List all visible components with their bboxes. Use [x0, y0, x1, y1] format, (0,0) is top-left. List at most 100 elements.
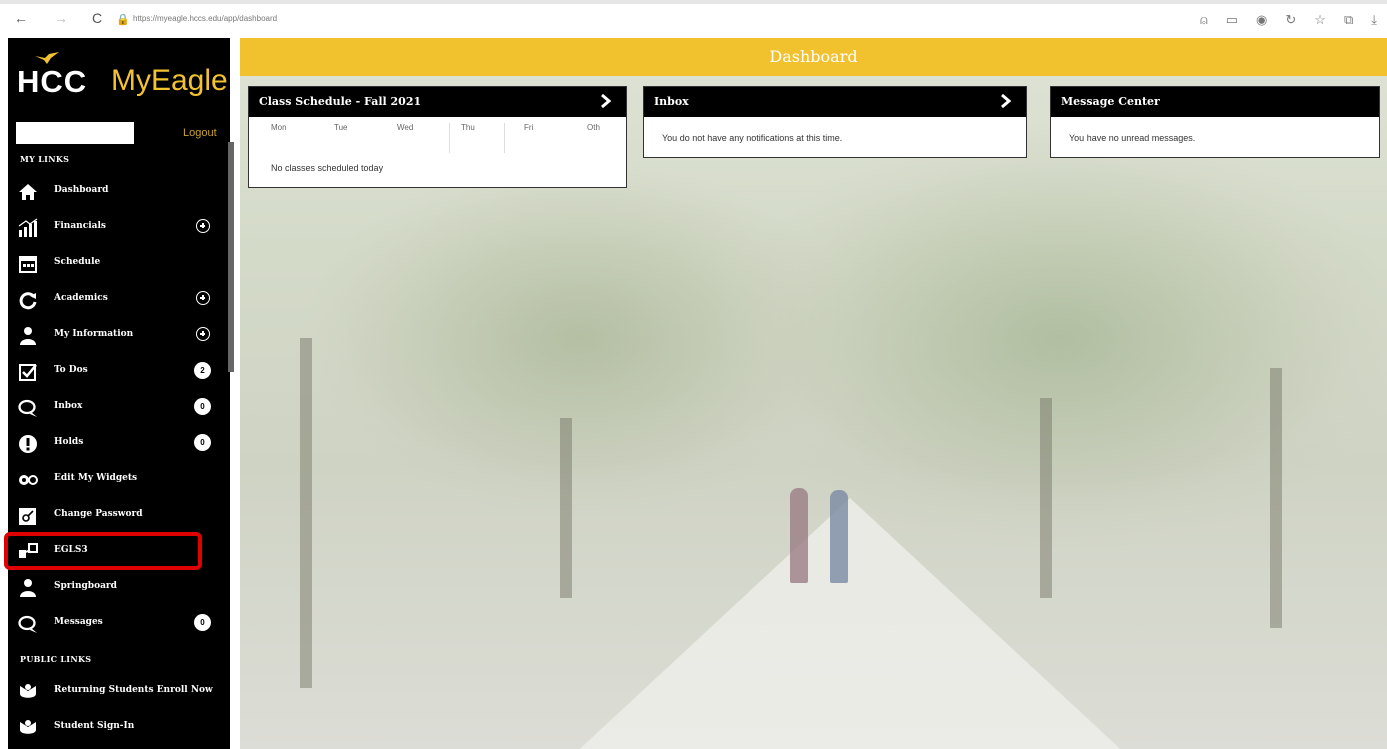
day-tab-wed[interactable]: Wed [397, 123, 413, 132]
sidebar-item-label: Academics [54, 293, 108, 303]
address-bar[interactable]: https://myeagle.hccs.edu/app/dashboard [133, 14, 277, 23]
public-links-title: PUBLIC LINKS [20, 654, 92, 664]
sidebar-item-label: To Dos [54, 365, 88, 375]
chevron-right-icon[interactable] [598, 94, 612, 108]
message-center-empty-message: You have no unread messages. [1069, 133, 1196, 143]
refresh-page-icon[interactable]: ↻ [1285, 12, 1296, 28]
split-screen-icon[interactable]: ▭ [1226, 12, 1238, 28]
sidebar-item-label: Schedule [54, 257, 101, 267]
collections-icon[interactable]: ⧉ [1344, 12, 1353, 28]
sidebar-item-label: Change Password [54, 509, 143, 519]
sidebar-item-inbox[interactable]: Inbox 0 [8, 392, 230, 422]
sidebar-item-label: Messages [54, 617, 103, 627]
student-icon [20, 684, 36, 698]
person-icon [20, 579, 36, 597]
expand-icon[interactable] [196, 327, 210, 341]
sidebar-item-label: Springboard [54, 581, 117, 591]
browser-extension-icons: ⍝ ▭ ◉ ↻ ☆ ⧉ ⤓ [1200, 12, 1377, 28]
inbox-empty-message: You do not have any notifications at thi… [662, 133, 843, 143]
chat-icon [18, 399, 37, 417]
class-schedule-card: Class Schedule - Fall 2021 Mon Tue Wed T… [248, 86, 627, 188]
main-content: Dashboard Class Schedule - Fall 2021 Mon… [240, 38, 1387, 749]
password-icon [19, 508, 36, 525]
download-icon[interactable]: ⤓ [1371, 12, 1377, 28]
logo-myeagle-text: MyEagle [111, 64, 228, 97]
sidebar-item-schedule[interactable]: Schedule [8, 248, 230, 278]
day-tab-oth[interactable]: Oth [587, 123, 600, 132]
class-schedule-header[interactable]: Class Schedule - Fall 2021 [249, 87, 626, 117]
background-person [830, 490, 848, 583]
person-icon [20, 327, 36, 345]
chart-icon [18, 218, 38, 237]
expand-icon[interactable] [196, 291, 210, 305]
sidebar-item-label: Student Sign-In [54, 721, 135, 731]
extension-icon[interactable]: ◉ [1256, 12, 1267, 28]
lock-icon: 🔒 [116, 14, 130, 26]
sidebar-item-to-dos[interactable]: To Dos 2 [8, 356, 230, 386]
sidebar-item-financials[interactable]: Financials [8, 212, 230, 242]
sidebar-item-academics[interactable]: Academics [8, 284, 230, 314]
message-center-header[interactable]: Message Center [1051, 87, 1379, 117]
class-schedule-title: Class Schedule - Fall 2021 [259, 95, 422, 108]
chevron-right-icon[interactable] [998, 94, 1012, 108]
count-badge: 0 [194, 434, 211, 451]
sidebar-item-edit-my-widgets[interactable]: Edit My Widgets [8, 464, 230, 494]
sidebar-item-label: Dashboard [54, 185, 109, 195]
sidebar-item-dashboard[interactable]: Dashboard [8, 176, 230, 206]
home-icon [19, 184, 37, 200]
chat-icon [18, 615, 37, 633]
day-tab-mon[interactable]: Mon [271, 123, 287, 132]
day-tab-fri[interactable]: Fri [524, 123, 533, 132]
user-name-box [16, 122, 134, 144]
egls3-highlight-box [4, 532, 202, 570]
sidebar-item-returning-students[interactable]: Returning Students Enroll Now [8, 676, 230, 706]
gears-icon [19, 475, 38, 485]
checkbox-icon [19, 364, 37, 381]
read-aloud-icon[interactable]: ⍝ [1200, 12, 1208, 28]
background-trunk [1270, 368, 1282, 628]
browser-toolbar: ← → C 🔒 https://myeagle.hccs.edu/app/das… [0, 0, 1387, 38]
day-tab-tue[interactable]: Tue [334, 123, 348, 132]
background-trunk [300, 338, 312, 688]
day-tab-thu[interactable]: Thu [461, 123, 475, 132]
expand-icon[interactable] [196, 219, 210, 233]
logo-hcc-text: HCC [17, 64, 88, 99]
sidebar-item-holds[interactable]: Holds 0 [8, 428, 230, 458]
day-tab-divider [449, 123, 450, 153]
count-badge: 0 [194, 614, 211, 631]
day-tab-divider [504, 123, 505, 153]
back-icon[interactable]: ← [14, 10, 28, 26]
inbox-card: Inbox You do not have any notifications … [643, 86, 1027, 158]
calendar-icon [19, 256, 37, 273]
sidebar-item-label: My Information [54, 329, 134, 339]
background-tree [720, 128, 1387, 548]
alert-icon [19, 435, 37, 453]
count-badge: 0 [194, 398, 211, 415]
sidebar-item-my-information[interactable]: My Information [8, 320, 230, 350]
sidebar-item-messages[interactable]: Messages 0 [8, 608, 230, 638]
logout-link[interactable]: Logout [183, 127, 217, 139]
count-badge: 2 [194, 362, 211, 379]
page-header: Dashboard [240, 38, 1387, 76]
sidebar-item-label: Financials [54, 221, 106, 231]
favorites-icon[interactable]: ☆ [1314, 12, 1326, 28]
page-title: Dashboard [769, 47, 858, 66]
sidebar-item-change-password[interactable]: Change Password [8, 500, 230, 530]
sidebar: HCC MyEagle Logout MY LINKS Dashboard Fi… [8, 38, 234, 749]
sidebar-item-student-sign-in[interactable]: Student Sign-In [8, 712, 230, 742]
inbox-header[interactable]: Inbox [644, 87, 1026, 117]
sidebar-item-springboard[interactable]: Springboard [8, 572, 230, 602]
message-center-title: Message Center [1061, 95, 1160, 108]
my-links-title: MY LINKS [20, 154, 70, 164]
background-person [790, 488, 808, 583]
day-tabs: Mon Tue Wed Thu Fri Oth [249, 123, 626, 153]
sidebar-item-label: Returning Students Enroll Now [54, 685, 213, 695]
sidebar-item-label: Holds [54, 437, 84, 447]
sidebar-item-label: Edit My Widgets [54, 473, 138, 483]
hcc-logo[interactable]: HCC MyEagle [17, 50, 228, 105]
forward-icon[interactable]: → [54, 10, 68, 26]
schedule-empty-message: No classes scheduled today [271, 163, 384, 173]
reload-icon[interactable]: C [92, 10, 102, 26]
message-center-card: Message Center You have no unread messag… [1050, 86, 1380, 158]
student-icon [20, 720, 36, 734]
